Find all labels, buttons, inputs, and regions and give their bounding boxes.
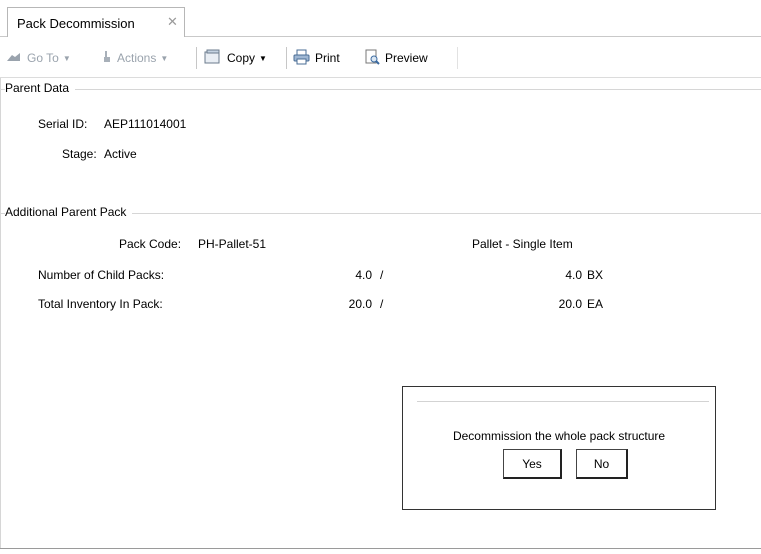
preview-icon [364, 49, 380, 68]
inventory-unit: EA [587, 297, 604, 311]
actions-button[interactable]: Actions ▼ [102, 49, 168, 67]
child-packs-current: 4.0 [355, 268, 372, 282]
pack-type-value: Pallet - Single Item [472, 237, 573, 251]
panel-border [0, 78, 1, 548]
toolbar-divider [286, 47, 287, 69]
child-packs-unit: BX [587, 268, 604, 282]
toolbar: Go To ▼ Actions ▼ Copy ▼ Print Preview [0, 38, 761, 78]
pack-code-value: PH-Pallet-51 [198, 237, 267, 251]
chevron-down-icon: ▼ [160, 53, 169, 63]
chevron-down-icon: ▼ [259, 53, 267, 63]
toolbar-divider [196, 47, 197, 69]
actions-label: Actions [117, 51, 157, 65]
stage-value: Active [104, 147, 137, 161]
serial-id-value: AEP111014001 [104, 117, 187, 131]
goto-button[interactable]: Go To ▼ [6, 49, 71, 67]
copy-button[interactable]: Copy ▼ [204, 49, 267, 67]
copy-icon [204, 49, 222, 68]
goto-label: Go To [27, 51, 59, 65]
tab-strip: Pack Decommission ✕ [0, 0, 761, 37]
group-divider [0, 89, 761, 90]
group-title: Parent Data [5, 81, 76, 95]
dialog-message: Decommission the whole pack structure [452, 429, 666, 443]
inventory-current: 20.0 [348, 297, 372, 311]
no-button[interactable]: No [576, 449, 628, 479]
child-packs-separator: / [380, 268, 384, 282]
inventory-separator: / [380, 297, 384, 311]
copy-label: Copy [227, 51, 256, 65]
preview-label: Preview [385, 51, 428, 65]
tab-pack-decommission[interactable]: Pack Decommission ✕ [7, 7, 185, 37]
group-title: Additional Parent Pack [5, 205, 133, 219]
panel-bottom-border [0, 548, 761, 549]
goto-icon [6, 51, 22, 66]
confirm-dialog: Decommission the whole pack structure Ye… [402, 386, 716, 510]
parent-data-group: Parent Data [0, 81, 761, 97]
printer-icon [293, 49, 310, 68]
serial-id-label: Serial ID: [38, 117, 88, 131]
inventory-total: 20.0 [558, 297, 582, 311]
dialog-divider [417, 401, 709, 402]
inventory-label: Total Inventory In Pack: [38, 297, 163, 311]
chevron-down-icon: ▼ [62, 53, 71, 63]
pack-code-label: Pack Code: [119, 237, 182, 251]
stage-label: Stage: [62, 147, 97, 161]
yes-button[interactable]: Yes [503, 449, 562, 479]
toolbar-divider [457, 47, 458, 69]
preview-button[interactable]: Preview [364, 49, 428, 67]
tab-title: Pack Decommission [17, 16, 135, 31]
additional-parent-pack-group: Additional Parent Pack [0, 205, 761, 221]
print-label: Print [315, 51, 340, 65]
hand-icon [102, 50, 112, 67]
child-packs-label: Number of Child Packs: [38, 268, 165, 282]
print-button[interactable]: Print [293, 49, 340, 67]
child-packs-total: 4.0 [565, 268, 582, 282]
close-icon[interactable]: ✕ [167, 14, 178, 30]
